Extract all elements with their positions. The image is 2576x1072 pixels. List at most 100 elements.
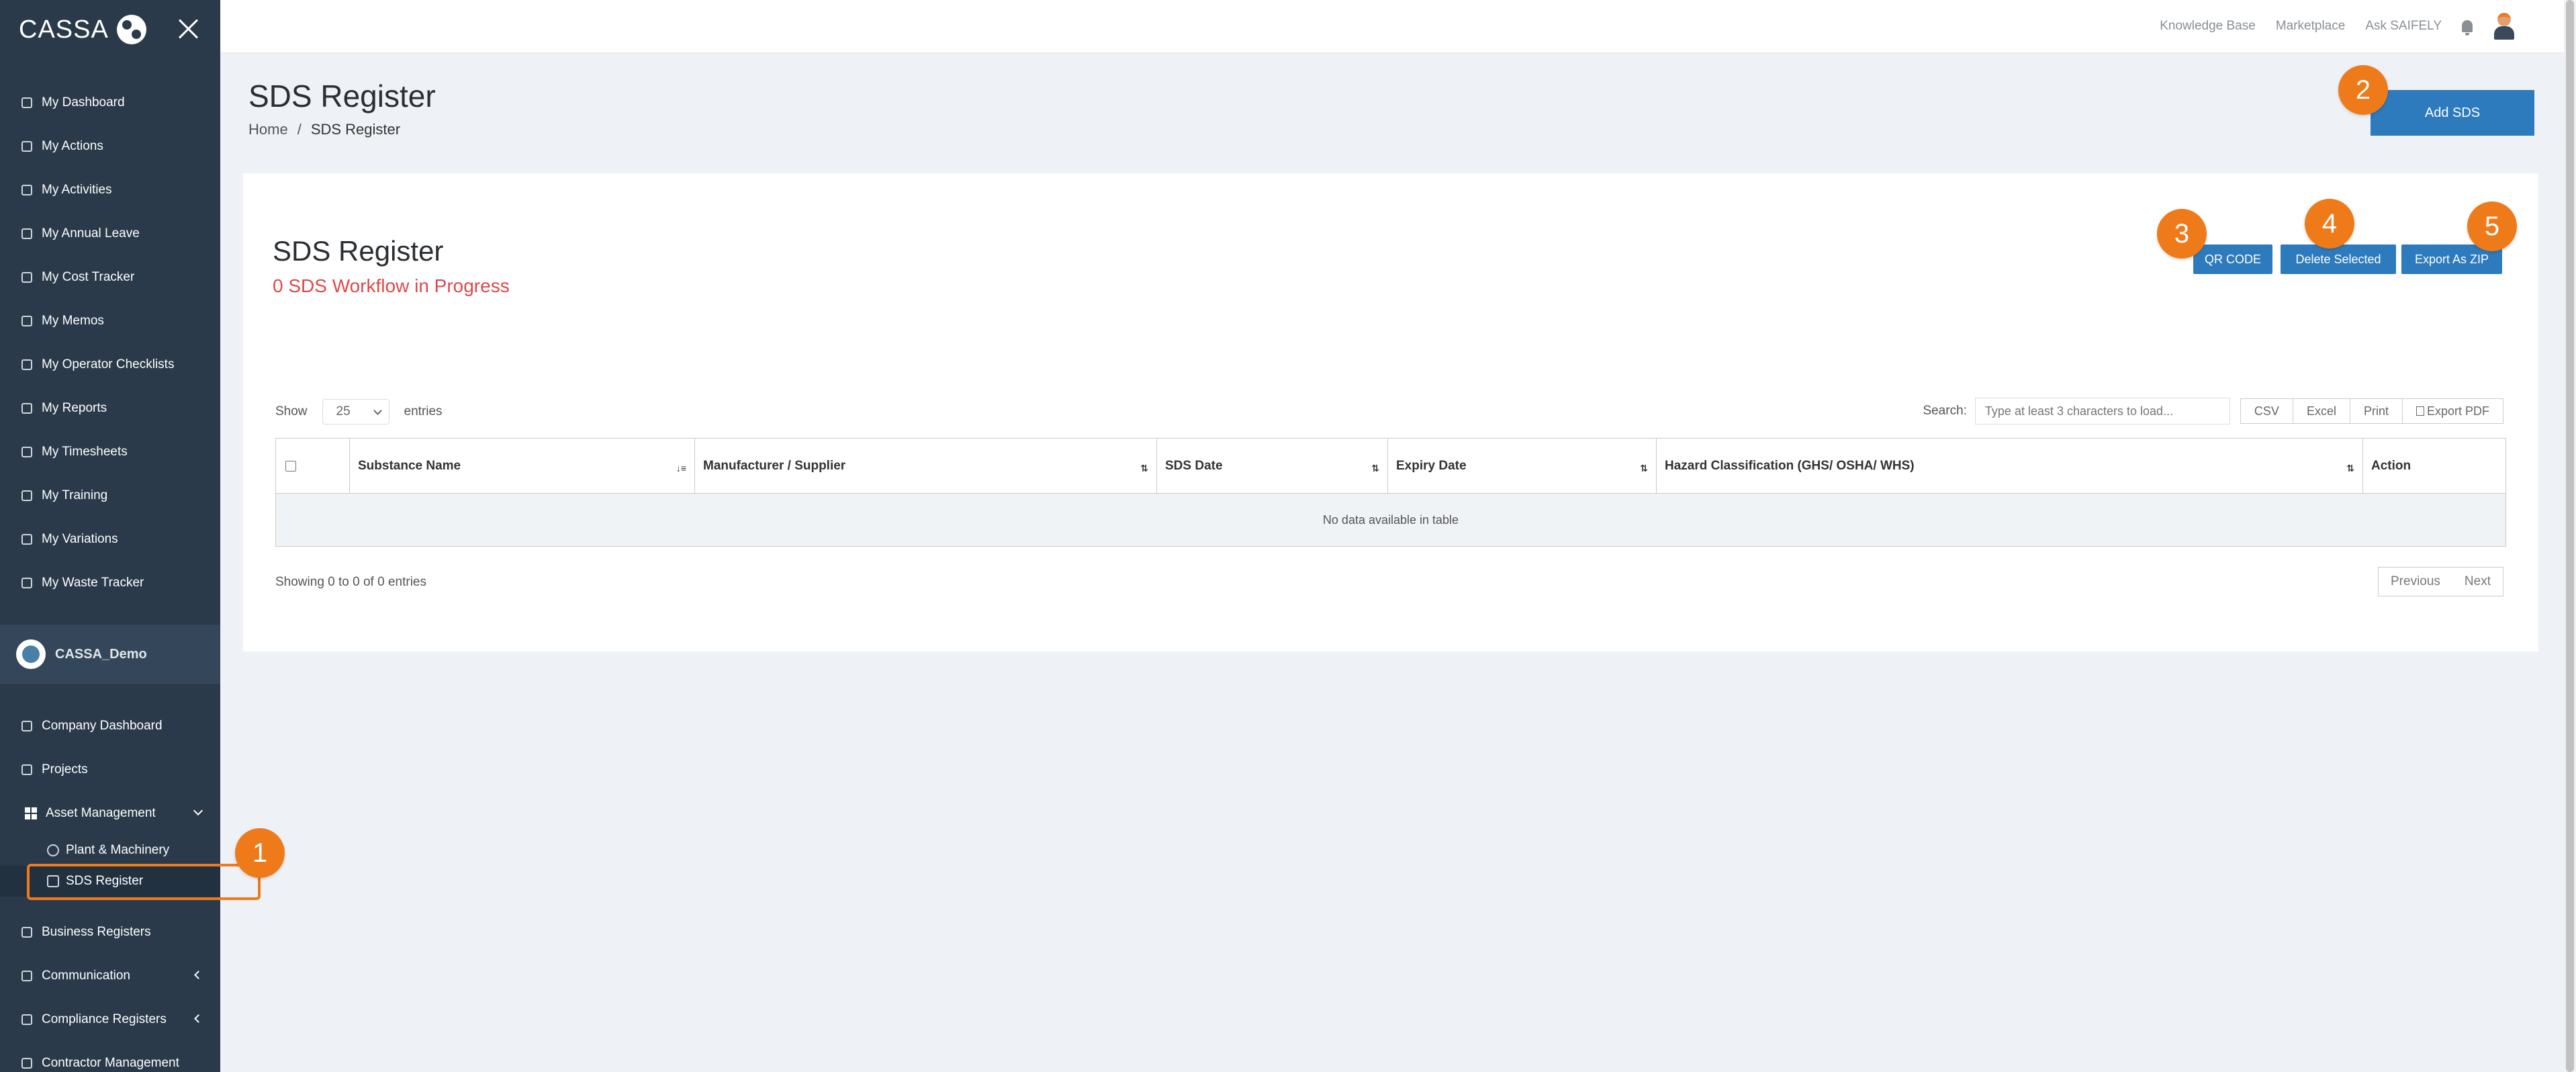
sidebar-item-communication[interactable]: Communication — [0, 954, 220, 997]
top-links: Knowledge Base Marketplace Ask SAIFELY — [2160, 0, 2516, 52]
breadcrumb-home[interactable]: Home — [248, 121, 288, 138]
page-size-select[interactable]: 25 — [322, 399, 389, 425]
marketplace-link[interactable]: Marketplace — [2276, 19, 2346, 34]
sidebar-item-company-dashboard[interactable]: Company Dashboard — [0, 704, 220, 748]
personal-menu: My Dashboard My Actions My Activities My… — [0, 81, 220, 605]
column-header-hazard-classification[interactable]: Hazard Classification (GHS/ OSHA/ WHS) ⇅ — [1657, 439, 2363, 494]
sidebar-item-label: My Dashboard — [42, 95, 125, 109]
column-header-label: Substance Name — [358, 459, 461, 473]
sidebar-item-projects[interactable]: Projects — [0, 748, 220, 791]
step-badge-3: 3 — [2157, 209, 2207, 259]
column-header-label: Expiry Date — [1396, 459, 1467, 473]
card-title: SDS Register — [273, 235, 444, 267]
org-name: CASSA_Demo — [55, 646, 147, 662]
checkbox-icon — [20, 1013, 34, 1026]
page-scrollbar[interactable] — [2564, 0, 2576, 1072]
chevron-left-icon — [194, 1014, 203, 1023]
table-header: Substance Name ↓≡ Manufacturer / Supplier… — [276, 439, 2505, 494]
sidebar-item-my-timesheets[interactable]: My Timesheets — [0, 430, 220, 474]
sidebar-item-my-variations[interactable]: My Variations — [0, 517, 220, 561]
sidebar-item-contractor-management[interactable]: Contractor Management — [0, 1041, 220, 1072]
memo-icon — [20, 314, 34, 328]
breadcrumb: Home / SDS Register — [248, 121, 400, 138]
grid-icon — [24, 807, 38, 820]
sidebar-item-label: My Annual Leave — [42, 226, 140, 240]
sidebar-item-compliance-registers[interactable]: Compliance Registers — [0, 997, 220, 1041]
bell-icon[interactable] — [2462, 20, 2473, 36]
database-icon — [20, 926, 34, 939]
column-header-expiry-date[interactable]: Expiry Date ⇅ — [1388, 439, 1657, 494]
sidebar-item-my-annual-leave[interactable]: My Annual Leave — [0, 212, 220, 255]
leave-icon — [20, 227, 34, 240]
sidebar-item-label: My Memos — [42, 313, 104, 328]
workflow-status: 0 SDS Workflow in Progress — [273, 275, 510, 296]
sort-icon: ↓≡ — [676, 463, 686, 474]
step-badge-1: 1 — [235, 828, 285, 878]
column-header-substance-name[interactable]: Substance Name ↓≡ — [350, 439, 695, 494]
sidebar-item-my-activities[interactable]: My Activities — [0, 168, 220, 212]
scrollbar-thumb[interactable] — [2566, 0, 2574, 1072]
projects-icon — [20, 763, 34, 776]
top-bar: Knowledge Base Marketplace Ask SAIFELY — [220, 0, 2564, 52]
previous-page-button[interactable]: Previous — [2379, 568, 2452, 596]
export-buttons: CSV Excel Print Export PDF — [2240, 398, 2503, 424]
sidebar-item-label: Business Registers — [42, 924, 151, 939]
activities-icon — [20, 183, 34, 197]
sidebar-item-label: Projects — [42, 762, 88, 776]
breadcrumb-separator: / — [297, 121, 302, 138]
sidebar-subitem-plant-machinery[interactable]: Plant & Machinery — [0, 835, 220, 866]
knowledge-base-link[interactable]: Knowledge Base — [2160, 19, 2256, 34]
step-badge-4: 4 — [2305, 199, 2354, 249]
waste-icon — [20, 576, 34, 590]
excel-button[interactable]: Excel — [2292, 398, 2350, 424]
sidebar-item-label: My Waste Tracker — [42, 575, 144, 590]
report-icon — [20, 402, 34, 415]
sidebar-item-asset-management[interactable]: Asset Management — [0, 791, 220, 835]
sidebar-item-label: My Operator Checklists — [42, 357, 175, 371]
pdf-icon — [2416, 406, 2424, 416]
sidebar-item-label: Asset Management — [46, 805, 156, 820]
delete-selected-button[interactable]: Delete Selected — [2281, 244, 2396, 274]
sidebar-item-my-cost-tracker[interactable]: My Cost Tracker — [0, 255, 220, 299]
checklist-icon — [20, 358, 34, 371]
add-sds-button[interactable]: Add SDS — [2371, 90, 2534, 136]
qr-code-button[interactable]: QR CODE — [2193, 244, 2272, 274]
pagination: Previous Next — [2378, 567, 2503, 596]
sidebar-item-label: My Variations — [42, 531, 118, 546]
select-all-checkbox[interactable] — [285, 461, 296, 472]
close-icon[interactable] — [176, 16, 200, 40]
variations-icon — [20, 533, 34, 546]
sidebar-item-my-reports[interactable]: My Reports — [0, 386, 220, 430]
page-title: SDS Register — [248, 79, 436, 114]
next-page-button[interactable]: Next — [2452, 568, 2503, 596]
user-avatar[interactable] — [2493, 11, 2516, 41]
sidebar-item-business-registers[interactable]: Business Registers — [0, 910, 220, 954]
ask-saifely-link[interactable]: Ask SAIFELY — [2365, 19, 2442, 34]
sidebar-item-my-waste-tracker[interactable]: My Waste Tracker — [0, 561, 220, 605]
sds-table: Substance Name ↓≡ Manufacturer / Supplier… — [275, 438, 2506, 547]
sidebar: CASSA My Dashboard My Actions My Activit… — [0, 0, 220, 1072]
sidebar-item-my-memos[interactable]: My Memos — [0, 299, 220, 343]
table-info: Showing 0 to 0 of 0 entries — [275, 575, 426, 589]
gear-icon — [47, 844, 59, 856]
sidebar-subitem-label: Plant & Machinery — [66, 843, 170, 857]
sidebar-item-my-dashboard[interactable]: My Dashboard — [0, 81, 220, 124]
sidebar-item-my-training[interactable]: My Training — [0, 474, 220, 517]
company-dashboard-icon — [20, 719, 34, 733]
sidebar-item-label: My Reports — [42, 400, 107, 415]
column-header-manufacturer[interactable]: Manufacturer / Supplier ⇅ — [695, 439, 1157, 494]
organization-switcher[interactable]: CASSA_Demo — [0, 625, 220, 684]
sidebar-item-label: My Cost Tracker — [42, 269, 135, 284]
csv-button[interactable]: CSV — [2240, 398, 2293, 424]
search-input[interactable] — [1974, 398, 2230, 425]
empty-table-message: No data available in table — [276, 494, 2505, 546]
export-pdf-button[interactable]: Export PDF — [2401, 398, 2503, 424]
sort-icon: ⇅ — [1140, 463, 1148, 474]
column-header-sds-date[interactable]: SDS Date ⇅ — [1157, 439, 1388, 494]
sidebar-item-label: Company Dashboard — [42, 718, 163, 733]
sidebar-item-label: My Actions — [42, 138, 103, 153]
sidebar-item-my-operator-checklists[interactable]: My Operator Checklists — [0, 343, 220, 386]
training-icon — [20, 489, 34, 502]
print-button[interactable]: Print — [2349, 398, 2403, 424]
sidebar-item-my-actions[interactable]: My Actions — [0, 124, 220, 168]
